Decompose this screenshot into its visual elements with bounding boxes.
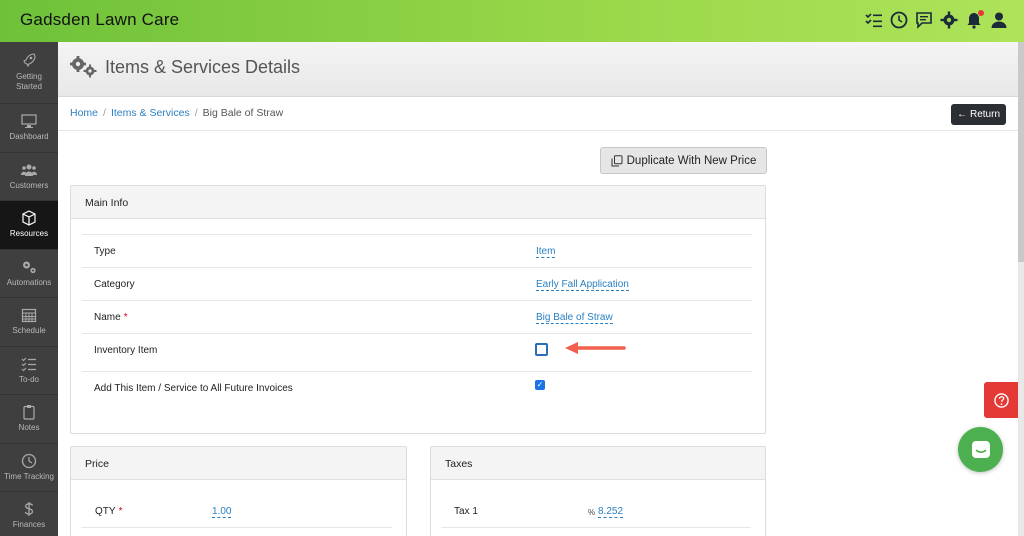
qty-label-text: QTY bbox=[95, 506, 116, 517]
cube-icon bbox=[22, 210, 36, 226]
sidebar-item-label: Getting bbox=[16, 72, 42, 81]
future-invoices-checkbox[interactable]: ✓ bbox=[535, 380, 545, 390]
divider bbox=[81, 527, 392, 528]
app-brand[interactable]: Gadsden Lawn Care bbox=[20, 10, 179, 30]
clock-icon bbox=[21, 453, 37, 468]
calendar-icon bbox=[21, 309, 37, 323]
type-value[interactable]: Item bbox=[536, 246, 556, 258]
copy-icon bbox=[611, 154, 623, 166]
price-title: Price bbox=[71, 447, 406, 480]
sidebar-item-dashboard[interactable]: Dashboard bbox=[0, 104, 58, 153]
sidebar-item-label: Resources bbox=[9, 229, 49, 239]
gears-icon bbox=[23, 261, 36, 273]
sidebar-item-automations[interactable]: Automations bbox=[0, 250, 58, 298]
return-button-label: Return bbox=[969, 109, 1000, 120]
sidebar-item-label: Started bbox=[16, 82, 42, 91]
tasks-icon[interactable] bbox=[865, 10, 883, 30]
chat-bubble-icon bbox=[971, 440, 990, 458]
question-icon bbox=[993, 392, 1009, 408]
divider bbox=[441, 527, 751, 528]
sidebar-item-customers[interactable]: Customers bbox=[0, 153, 58, 201]
name-label: Name * bbox=[94, 312, 128, 323]
sidebar-item-todo[interactable]: To-do bbox=[0, 347, 58, 395]
main-info-rows: Type Item Category Early Fall Applicatio… bbox=[82, 234, 752, 404]
breadcrumb-items-services-link[interactable]: Items & Services bbox=[111, 107, 190, 119]
main-info-title: Main Info bbox=[71, 186, 765, 219]
main-content: Home / Items & Services / Big Bale of Straw … bbox=[58, 97, 1018, 536]
name-value[interactable]: Big Bale of Straw bbox=[536, 312, 613, 324]
users-icon bbox=[21, 164, 37, 176]
duplicate-button-label: Duplicate With New Price bbox=[626, 154, 757, 167]
top-icons bbox=[865, 10, 1008, 30]
clipboard-icon bbox=[23, 405, 35, 420]
notification-dot bbox=[978, 10, 984, 16]
help-button[interactable] bbox=[984, 382, 1018, 418]
annotation-arrow-icon bbox=[565, 342, 626, 354]
sidebar-item-notes[interactable]: Notes bbox=[0, 395, 58, 444]
future-invoices-row: Add This Item / Service to All Future In… bbox=[82, 371, 752, 404]
bell-icon[interactable] bbox=[965, 10, 984, 30]
name-label-text: Name bbox=[94, 312, 121, 323]
breadcrumb-home-link[interactable]: Home bbox=[70, 107, 98, 119]
monitor-icon bbox=[21, 114, 37, 129]
breadcrumb-current: Big Bale of Straw bbox=[202, 107, 284, 119]
chat-icon[interactable] bbox=[915, 10, 933, 30]
breadcrumb-row: Home / Items & Services / Big Bale of Straw … bbox=[58, 97, 1018, 131]
required-marker: * bbox=[123, 312, 128, 323]
sidebar-item-label: Automations bbox=[6, 277, 52, 287]
category-label: Category bbox=[94, 279, 135, 290]
sidebar-item-resources[interactable]: Resources bbox=[0, 201, 58, 250]
category-row: Category Early Fall Application bbox=[82, 267, 752, 300]
name-row: Name * Big Bale of Straw bbox=[82, 300, 752, 333]
inventory-item-label: Inventory Item bbox=[94, 345, 158, 356]
inventory-item-row: Inventory Item bbox=[82, 333, 752, 371]
sidebar: Getting Started Dashboard Customers Reso… bbox=[0, 42, 58, 536]
qty-value[interactable]: 1.00 bbox=[212, 506, 232, 518]
future-invoices-label: Add This Item / Service to All Future In… bbox=[94, 383, 293, 394]
tax1-value[interactable]: 8.252 bbox=[598, 506, 624, 518]
sidebar-item-label: Finances bbox=[12, 520, 46, 530]
rocket-icon bbox=[23, 53, 36, 68]
taxes-title: Taxes bbox=[431, 447, 765, 480]
sidebar-item-finances[interactable]: Finances bbox=[0, 492, 58, 536]
breadcrumb-separator: / bbox=[194, 107, 198, 119]
gear-icon[interactable] bbox=[940, 10, 958, 30]
sidebar-item-label: Schedule bbox=[12, 326, 46, 336]
required-marker: * bbox=[118, 506, 123, 517]
checklist-icon bbox=[21, 357, 36, 372]
chat-launcher-button[interactable] bbox=[958, 427, 1003, 472]
tax1-label: Tax 1 bbox=[454, 506, 478, 517]
duplicate-with-new-price-button[interactable]: Duplicate With New Price bbox=[600, 147, 767, 174]
category-value[interactable]: Early Fall Application bbox=[536, 279, 629, 291]
sidebar-item-label: Notes bbox=[18, 423, 40, 433]
page-title: Items & Services Details bbox=[105, 57, 301, 77]
sidebar-item-label: Customers bbox=[9, 180, 49, 190]
user-icon[interactable] bbox=[990, 10, 1008, 30]
sidebar-item-label: Time Tracking bbox=[4, 471, 54, 481]
gears-icon bbox=[70, 56, 97, 78]
sidebar-item-schedule[interactable]: Schedule bbox=[0, 298, 58, 347]
page-header: Items & Services Details bbox=[58, 42, 1018, 97]
top-bar: Gadsden Lawn Care bbox=[0, 0, 1024, 42]
inventory-item-checkbox[interactable] bbox=[535, 343, 548, 356]
type-row: Type Item bbox=[82, 234, 752, 267]
sidebar-item-label: To-do bbox=[18, 374, 39, 384]
main-info-panel: Main Info Type Item Category Early Fall … bbox=[70, 185, 766, 434]
qty-label: QTY * bbox=[95, 506, 122, 517]
breadcrumb: Home / Items & Services / Big Bale of Straw bbox=[70, 107, 283, 119]
percent-prefix: % bbox=[588, 508, 596, 517]
sidebar-item-time-tracking[interactable]: Time Tracking bbox=[0, 444, 58, 492]
taxes-panel: Taxes Tax 1 % 8.252 bbox=[430, 446, 766, 536]
sidebar-item-getting-started[interactable]: Getting Started bbox=[0, 42, 58, 104]
scrollbar-track[interactable] bbox=[1018, 42, 1024, 262]
clock-icon[interactable] bbox=[890, 10, 908, 30]
type-label: Type bbox=[94, 246, 116, 257]
sidebar-item-label: Dashboard bbox=[9, 132, 49, 142]
dollar-icon bbox=[24, 502, 34, 517]
breadcrumb-separator: / bbox=[103, 107, 106, 119]
price-panel: Price QTY * 1.00 bbox=[70, 446, 407, 536]
return-button[interactable]: ← Return bbox=[951, 104, 1006, 125]
arrow-left-icon: ← bbox=[956, 109, 967, 120]
